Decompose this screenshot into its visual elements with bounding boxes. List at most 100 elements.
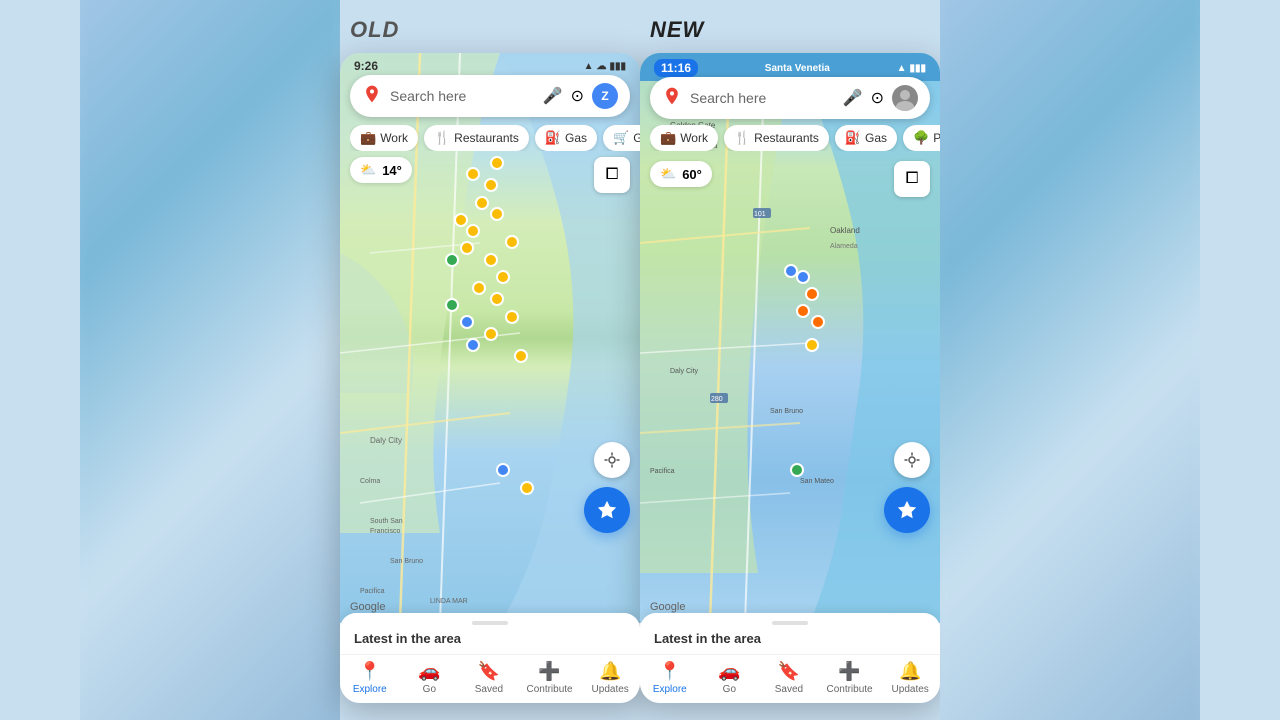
old-search-icons: 🎤 ⊙ Z: [543, 83, 618, 109]
new-label: NEW: [650, 17, 704, 43]
new-sheet-handle: [772, 621, 808, 625]
old-chip-restaurants[interactable]: 🍴 Restaurants: [424, 125, 529, 151]
old-status-bar: 9:26 ▲☁▮▮▮: [340, 53, 640, 77]
new-contribute-label: Contribute: [826, 684, 872, 695]
old-saved-icon: 🔖: [478, 661, 500, 682]
new-layer-button[interactable]: ⧠: [894, 161, 930, 197]
old-mic-icon[interactable]: 🎤: [543, 86, 563, 106]
new-status-time-badge: 11:16: [654, 59, 698, 77]
svg-text:Alameda: Alameda: [830, 243, 858, 250]
svg-text:280: 280: [711, 396, 723, 403]
new-chip-work[interactable]: 💼 Work: [650, 125, 718, 151]
old-phone-frame: Daly City Colma South San Francisco San …: [340, 53, 640, 703]
new-nav-go[interactable]: 🚗 Go: [707, 661, 751, 695]
old-label: OLD: [350, 17, 399, 43]
new-search-bar[interactable]: Search here 🎤 ⊙: [650, 77, 930, 119]
new-bottom-nav: 📍 Explore 🚗 Go 🔖 Saved ➕ Contribute 🔔: [640, 654, 940, 703]
old-nav-contribute[interactable]: ➕ Contribute: [526, 661, 572, 695]
new-weather-temp: 60°: [682, 167, 702, 182]
new-nav-saved[interactable]: 🔖 Saved: [767, 661, 811, 695]
new-updates-icon: 🔔: [899, 661, 921, 682]
old-updates-icon: 🔔: [599, 661, 621, 682]
old-search-bar[interactable]: Search here 🎤 ⊙ Z: [350, 75, 630, 117]
old-location-button[interactable]: [594, 442, 630, 478]
svg-text:Daly City: Daly City: [370, 436, 402, 445]
old-avatar[interactable]: Z: [592, 83, 618, 109]
new-work-icon: 💼: [660, 130, 676, 146]
old-nav-saved[interactable]: 🔖 Saved: [467, 661, 511, 695]
new-explore-icon: 📍: [659, 661, 681, 682]
new-search-icons: 🎤 ⊙: [843, 85, 918, 111]
old-chip-work[interactable]: 💼 Work: [350, 125, 418, 151]
old-chip-gas[interactable]: ⛽ Gas: [535, 125, 597, 151]
old-camera-icon[interactable]: ⊙: [571, 86, 584, 106]
svg-text:San Mateo: San Mateo: [800, 478, 834, 485]
new-explore-label: Explore: [653, 684, 687, 695]
new-parks-icon: 🌳: [913, 130, 929, 146]
new-avatar[interactable]: [892, 85, 918, 111]
left-background-panel: [80, 0, 340, 720]
new-go-label: Go: [723, 684, 736, 695]
old-restaurants-icon: 🍴: [434, 130, 450, 146]
new-restaurants-label: Restaurants: [754, 131, 819, 145]
old-gas-icon: ⛽: [545, 130, 561, 146]
new-location-button[interactable]: [894, 442, 930, 478]
new-work-label: Work: [680, 131, 708, 145]
old-status-icons: ▲☁▮▮▮: [584, 61, 626, 72]
old-nav-explore[interactable]: 📍 Explore: [348, 661, 392, 695]
old-work-icon: 💼: [360, 130, 376, 146]
new-nav-contribute[interactable]: ➕ Contribute: [826, 661, 872, 695]
old-maps-logo: [362, 84, 382, 109]
new-section: NEW Golden Gate Na: [640, 17, 940, 703]
old-grocery-label: Grocer...: [633, 131, 640, 145]
new-sheet-title: Latest in the area: [640, 631, 940, 654]
old-grocery-icon: 🛒: [613, 130, 629, 146]
new-maps-logo: [662, 86, 682, 111]
new-chip-restaurants[interactable]: 🍴 Restaurants: [724, 125, 829, 151]
new-parks-label: Parks: [933, 131, 940, 145]
old-search-placeholder[interactable]: Search here: [390, 88, 535, 104]
old-google-logo: Google: [350, 601, 385, 613]
old-contribute-icon: ➕: [538, 661, 560, 682]
old-work-label: Work: [380, 131, 408, 145]
old-directions-fab[interactable]: [584, 487, 630, 533]
old-contribute-label: Contribute: [526, 684, 572, 695]
new-chip-gas[interactable]: ⛽ Gas: [835, 125, 897, 151]
old-status-time: 9:26: [354, 59, 378, 73]
new-weather-icon: ⛅: [660, 166, 676, 182]
new-gas-icon: ⛽: [845, 130, 861, 146]
old-chip-grocery[interactable]: 🛒 Grocer...: [603, 125, 640, 151]
svg-text:LINDA MAR: LINDA MAR: [430, 598, 468, 605]
old-saved-label: Saved: [475, 684, 503, 695]
new-nav-explore[interactable]: 📍 Explore: [648, 661, 692, 695]
new-saved-icon: 🔖: [778, 661, 800, 682]
svg-text:Colma: Colma: [360, 478, 380, 485]
new-status-location: Santa Venetia: [765, 63, 830, 74]
old-bottom-sheet: Latest in the area 📍 Explore 🚗 Go 🔖 Save…: [340, 613, 640, 703]
old-weather-temp: 14°: [382, 163, 402, 178]
old-nav-updates[interactable]: 🔔 Updates: [588, 661, 632, 695]
new-weather-widget: ⛅ 60°: [650, 161, 712, 187]
new-chips-bar: 💼 Work 🍴 Restaurants ⛽ Gas 🌳 Parks: [650, 125, 940, 151]
svg-text:Francisco: Francisco: [370, 528, 400, 535]
new-search-placeholder[interactable]: Search here: [690, 90, 835, 106]
new-updates-label: Updates: [892, 684, 929, 695]
new-mic-icon[interactable]: 🎤: [843, 88, 863, 108]
old-layer-button[interactable]: ⧠: [594, 157, 630, 193]
new-restaurants-icon: 🍴: [734, 130, 750, 146]
old-section: OLD Daly City Colm: [340, 17, 640, 703]
new-chip-parks[interactable]: 🌳 Parks: [903, 125, 940, 151]
new-nav-updates[interactable]: 🔔 Updates: [888, 661, 932, 695]
new-camera-icon[interactable]: ⊙: [871, 88, 884, 108]
svg-text:101: 101: [754, 211, 766, 218]
svg-text:Pacifica: Pacifica: [360, 588, 385, 595]
old-sheet-title: Latest in the area: [340, 631, 640, 654]
old-restaurants-label: Restaurants: [454, 131, 519, 145]
new-directions-fab[interactable]: [884, 487, 930, 533]
old-nav-go[interactable]: 🚗 Go: [407, 661, 451, 695]
old-go-icon: 🚗: [418, 661, 440, 682]
svg-text:Pacifica: Pacifica: [650, 468, 675, 475]
svg-text:South San: South San: [370, 518, 403, 525]
old-gas-label: Gas: [565, 131, 587, 145]
new-status-icons: ▲▮▮▮: [897, 63, 926, 74]
